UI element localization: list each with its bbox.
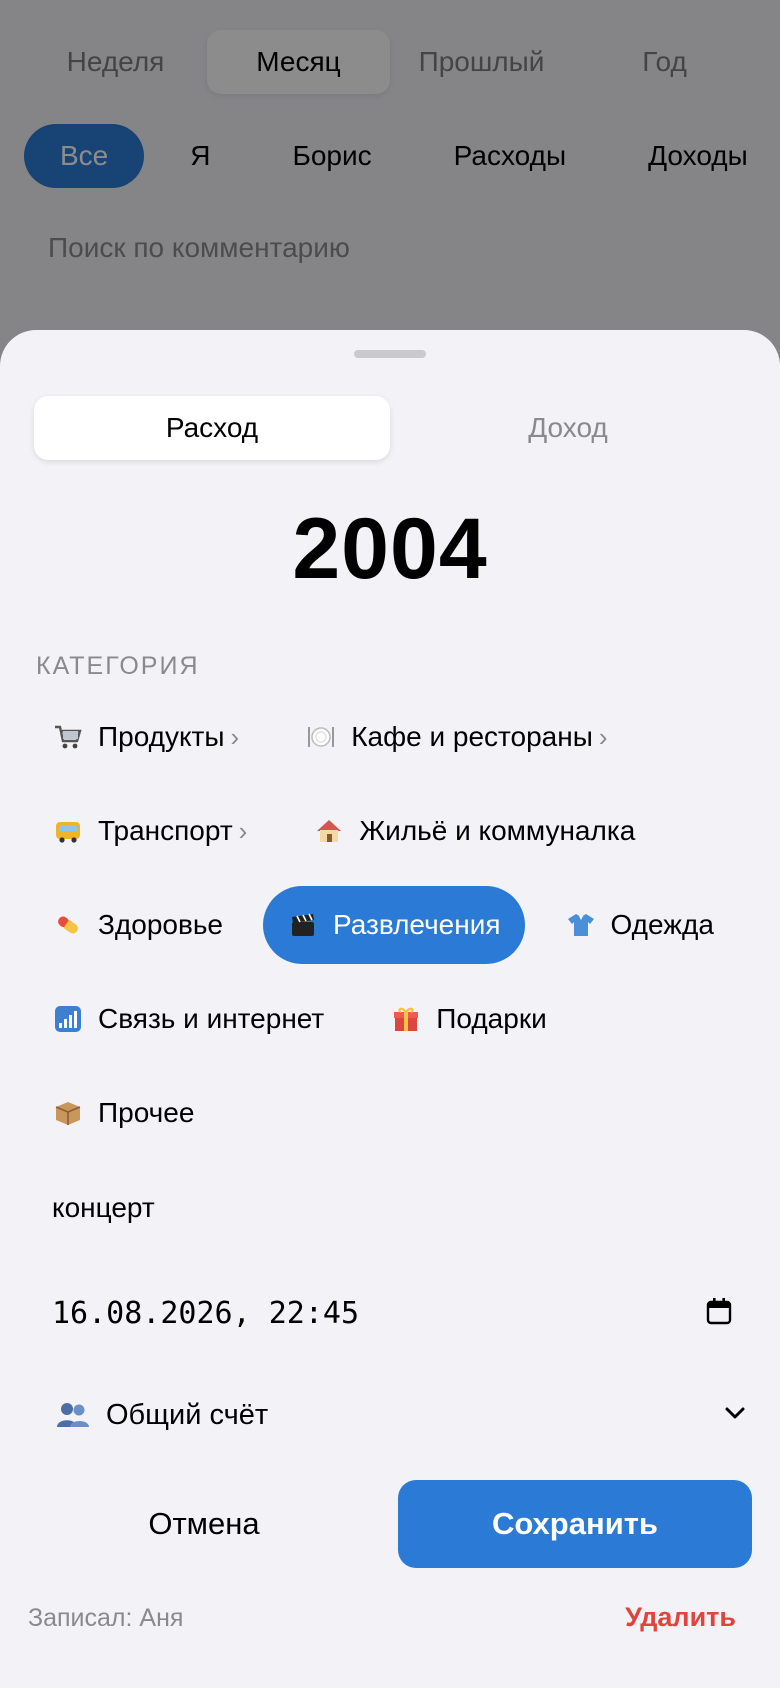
category-housing[interactable]: Жильё и коммуналка [289,792,659,870]
datetime-value: 16.08.2026, 22:45 [52,1295,360,1331]
category-label: Связь и интернет [98,1003,325,1034]
type-expense-button[interactable]: Расход [34,396,390,460]
shirt-icon [565,909,597,941]
box-icon [52,1097,84,1129]
gift-icon [390,1003,422,1035]
category-row: Транспорт › Жильё и коммуналка [28,792,659,870]
category-entertainment[interactable]: Развлечения [263,886,525,964]
category-row: Здоровье Развлечения Одежда [28,886,738,964]
category-label: Прочее [98,1097,195,1128]
comment-input[interactable]: концерт [52,1192,155,1224]
category-transport[interactable]: Транспорт › [28,792,271,870]
cancel-button[interactable]: Отмена [34,1480,374,1568]
category-clothes[interactable]: Одежда [541,886,738,964]
chevron-down-icon [724,1406,746,1425]
category-products[interactable]: Продукты › [28,698,263,776]
type-income-button[interactable]: Доход [390,396,746,460]
category-gifts[interactable]: Подарки [366,980,570,1058]
chevron-right-icon: › [598,721,608,752]
signal-icon [52,1003,84,1035]
category-label: Жильё и коммуналка [359,815,636,846]
people-icon [56,1400,90,1430]
clapper-icon [287,909,319,941]
category-label: Транспорт [98,815,233,846]
category-row: Продукты › Кафе и рестораны › [28,698,632,776]
category-label: Кафе и рестораны [351,721,593,752]
cart-icon [52,721,84,753]
category-label: Здоровье [98,909,224,940]
category-row: Связь и интернет Подарки [28,980,571,1058]
category-section-label: Категория [36,652,200,680]
account-label: Общий счёт [106,1398,269,1431]
author-text: Записал: Аня [28,1604,184,1632]
datetime-input[interactable]: 16.08.2026, 22:45 [52,1288,732,1338]
bus-icon [52,815,84,847]
category-label: Одежда [610,909,714,940]
category-row: Прочее [28,1074,218,1152]
category-label: Продукты [98,721,225,752]
category-health[interactable]: Здоровье [28,886,247,964]
category-label: Подарки [436,1003,547,1034]
account-selected-value: Общий счёт [56,1399,268,1432]
plate-icon [305,721,337,753]
save-button[interactable]: Сохранить [398,1480,752,1568]
category-other[interactable]: Прочее [28,1074,218,1152]
amount-display[interactable]: 2004 [0,500,780,599]
category-cafe[interactable]: Кафе и рестораны › [281,698,631,776]
account-select[interactable]: Общий счёт [56,1390,746,1440]
sheet-grabber[interactable] [354,350,426,358]
pill-icon [52,909,84,941]
chevron-right-icon: › [230,721,240,752]
calendar-icon[interactable] [706,1297,732,1330]
delete-button[interactable]: Удалить [625,1602,736,1633]
category-label: Развлечения [333,909,501,940]
category-telecom[interactable]: Связь и интернет [28,980,348,1058]
transaction-sheet: Расход Доход 2004 Категория Продукты › К… [0,330,780,1688]
house-icon [313,815,345,847]
type-toggle: Расход Доход [34,396,746,460]
chevron-right-icon: › [238,815,248,846]
